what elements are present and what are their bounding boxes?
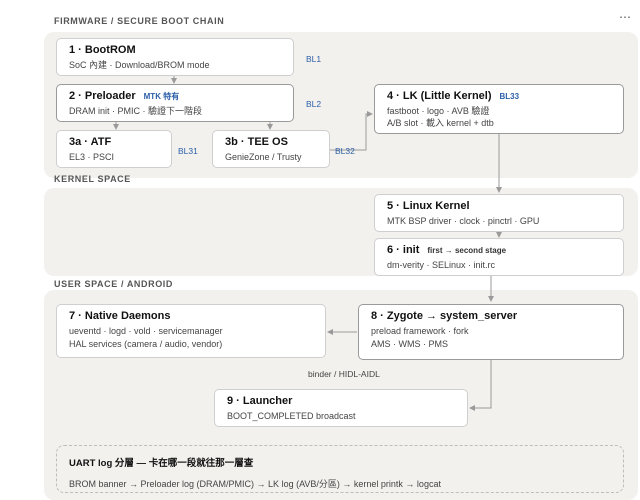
node-native-daemons-desc-2: HAL services (camera / audio, vendor) bbox=[69, 339, 223, 349]
bl2-label: BL2 bbox=[306, 99, 322, 109]
user-section-label: USER SPACE / ANDROID bbox=[54, 279, 174, 289]
node-zygote[interactable]: 8 · Zygote → system_server preload frame… bbox=[358, 304, 624, 360]
firmware-section-label: FIRMWARE / SECURE BOOT CHAIN bbox=[54, 16, 225, 26]
node-zygote-desc-1: preload framework · fork bbox=[371, 326, 469, 336]
bl33-tag: BL33 bbox=[499, 92, 520, 101]
node-bootrom-title: 1 · BootROM bbox=[69, 44, 136, 56]
node-bootrom[interactable]: 1 · BootROM SoC 內建 · Download/BROM mode bbox=[56, 38, 294, 76]
mtk-specific-tag: MTK 特有 bbox=[143, 92, 180, 101]
uart-log-legend-text: BROM banner → Preloader log (DRAM/PMIC) … bbox=[69, 479, 441, 489]
node-preloader-title: 2 · Preloader bbox=[69, 90, 136, 102]
node-atf[interactable]: 3a · ATF EL3 · PSCI bbox=[56, 130, 172, 168]
node-native-daemons-title: 7 · Native Daemons bbox=[69, 310, 171, 322]
node-lk-desc-2: A/B slot · 載入 kernel + dtb bbox=[387, 118, 494, 128]
bl32-label: BL32 bbox=[335, 146, 355, 156]
bl1-label: BL1 bbox=[306, 54, 322, 64]
node-zygote-title: 8 · Zygote → system_server bbox=[371, 310, 518, 322]
node-bootrom-desc: SoC 內建 · Download/BROM mode bbox=[69, 60, 210, 70]
node-init-desc: dm-verity · SELinux · init.rc bbox=[387, 260, 496, 270]
node-lk[interactable]: 4 · LK (Little Kernel) BL33 fastboot · lo… bbox=[374, 84, 624, 134]
node-preloader-desc: DRAM init · PMIC · 驗證下一階段 bbox=[69, 106, 203, 116]
node-init[interactable]: 6 · init first → second stage dm-verity ·… bbox=[374, 238, 624, 276]
node-linux-kernel-desc: MTK BSP driver · clock · pinctrl · GPU bbox=[387, 216, 540, 226]
node-preloader[interactable]: 2 · Preloader MTK 特有 DRAM init · PMIC · 驗… bbox=[56, 84, 294, 122]
node-tee-desc: GenieZone / Trusty bbox=[225, 152, 302, 162]
node-atf-title: 3a · ATF bbox=[69, 136, 112, 148]
node-init-title: 6 · init bbox=[387, 244, 420, 256]
kernel-section-label: KERNEL SPACE bbox=[54, 174, 131, 184]
node-lk-title: 4 · LK (Little Kernel) bbox=[387, 90, 492, 102]
init-stage-tag: first → second stage bbox=[427, 246, 507, 255]
node-tee[interactable]: 3b · TEE OS GenieZone / Trusty bbox=[212, 130, 330, 168]
uart-log-legend-title: UART log 分層 — 卡在哪一段就往那一層查 bbox=[69, 458, 254, 469]
node-launcher-desc: BOOT_COMPLETED broadcast bbox=[227, 411, 356, 421]
node-linux-kernel[interactable]: 5 · Linux Kernel MTK BSP driver · clock … bbox=[374, 194, 624, 232]
more-options-icon[interactable]: ⋯ bbox=[619, 10, 632, 24]
node-linux-kernel-title: 5 · Linux Kernel bbox=[387, 200, 470, 212]
node-tee-title: 3b · TEE OS bbox=[225, 136, 288, 148]
bl31-label: BL31 bbox=[178, 146, 198, 156]
node-lk-desc-1: fastboot · logo · AVB 驗證 bbox=[387, 106, 490, 116]
uart-log-legend: UART log 分層 — 卡在哪一段就往那一層查 BROM banner → … bbox=[56, 445, 624, 493]
node-launcher-title: 9 · Launcher bbox=[227, 395, 293, 407]
node-native-daemons-desc-1: ueventd · logd · vold · servicemanager bbox=[69, 326, 223, 336]
node-native-daemons[interactable]: 7 · Native Daemons ueventd · logd · vold… bbox=[56, 304, 326, 358]
node-atf-desc: EL3 · PSCI bbox=[69, 152, 115, 162]
node-zygote-desc-2: AMS · WMS · PMS bbox=[371, 339, 448, 349]
node-launcher[interactable]: 9 · Launcher BOOT_COMPLETED broadcast bbox=[214, 389, 468, 427]
binder-edge-label: binder / HIDL-AIDL bbox=[308, 369, 380, 379]
